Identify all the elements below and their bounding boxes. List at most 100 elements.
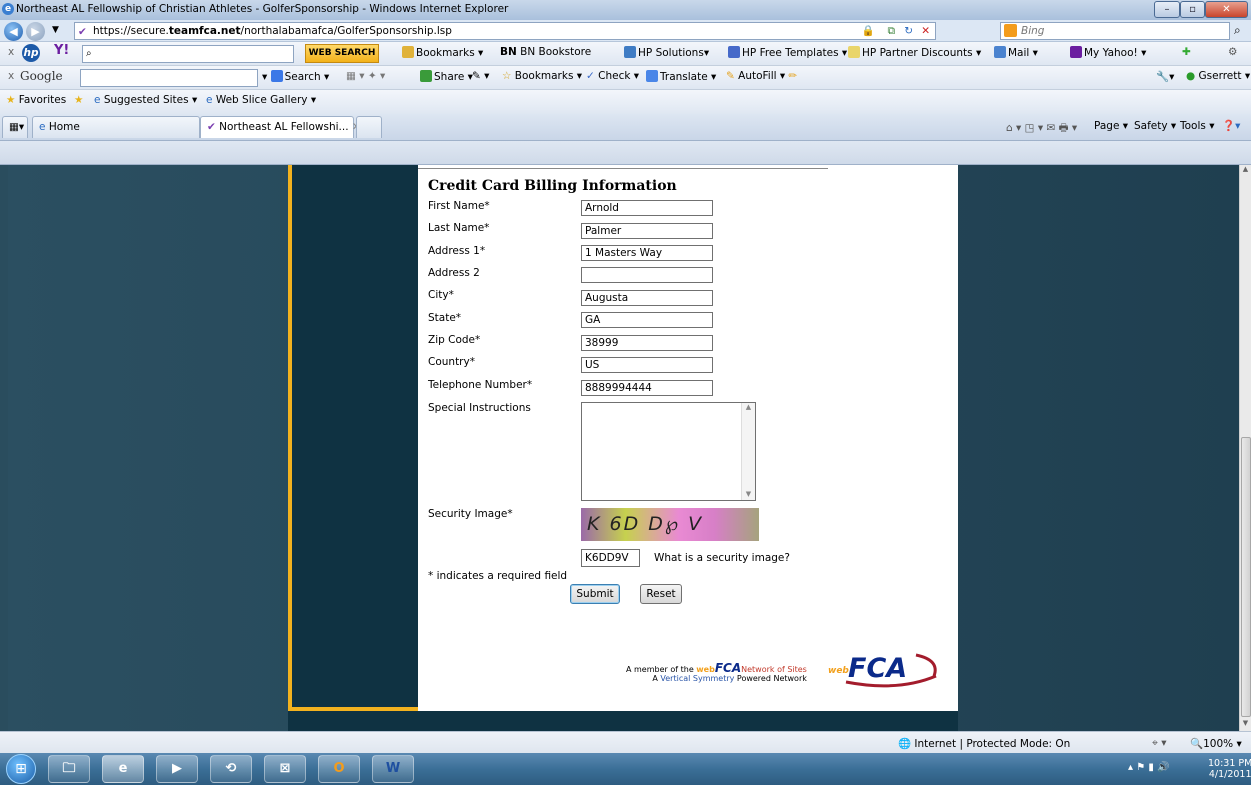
safety-menu[interactable]: Safety ▾	[1134, 120, 1176, 132]
mail-menu[interactable]: Mail ▾	[994, 46, 1038, 59]
google-bookmarks-menu[interactable]: ☆ Bookmarks ▾	[502, 70, 582, 82]
new-tab-button[interactable]	[356, 116, 382, 138]
security-zone[interactable]: 🌐 Internet | Protected Mode: On	[898, 737, 1070, 750]
app-icon-2[interactable]: ⊠	[264, 755, 306, 783]
page-viewport: Credit Card Billing Information First Na…	[0, 165, 1239, 731]
tab-home[interactable]: e Home	[32, 116, 200, 138]
search-input[interactable]: Bing	[1000, 22, 1230, 40]
app-icon[interactable]: ⟲	[210, 755, 252, 783]
toolbar-close-icon[interactable]: x	[8, 46, 14, 58]
address2-field[interactable]	[581, 267, 713, 283]
country-field[interactable]: US	[581, 357, 713, 373]
url-input[interactable]: ✔ https://secure.teamfca.net/northalabam…	[74, 22, 936, 40]
submit-button[interactable]: Submit	[570, 584, 620, 604]
reset-button[interactable]: Reset	[640, 584, 682, 604]
cmd-bar-icons[interactable]: ⌂ ▾ ◳ ▾ ✉ 🖶 ▾	[1006, 120, 1077, 138]
toolbar-add-icon[interactable]: ✚	[1182, 46, 1191, 58]
translate-label: Translate	[660, 71, 708, 83]
scroll-down-icon[interactable]: ▼	[1240, 719, 1251, 731]
favorites-button[interactable]: ★ Favorites	[6, 94, 66, 106]
search-icon[interactable]: ⌕	[1234, 23, 1241, 38]
media-player-icon[interactable]: ▶	[156, 755, 198, 783]
scroll-up-icon[interactable]: ▲	[1240, 165, 1251, 177]
footer-network[interactable]: Network of Sites	[741, 665, 807, 674]
autofill-menu[interactable]: ✎ AutoFill ▾ ✏	[726, 70, 797, 82]
state-field[interactable]: GA	[581, 312, 713, 328]
footer-web[interactable]: web	[696, 665, 715, 674]
add-favorite-icon[interactable]: ★	[74, 94, 83, 106]
share-menu[interactable]: Share ▾	[420, 70, 473, 83]
maximize-button[interactable]: ▫	[1180, 1, 1205, 18]
yahoo-search-input[interactable]: ⌕	[82, 45, 294, 63]
word-icon[interactable]: W	[372, 755, 414, 783]
page-menu[interactable]: Page ▾	[1094, 120, 1128, 132]
zip-code-field[interactable]: 38999	[581, 335, 713, 351]
outlook-icon[interactable]: O	[318, 755, 360, 783]
refresh-icon[interactable]: ↻	[904, 23, 913, 39]
toolbar-tools-icons[interactable]: ▦ ▾ ✦ ▾	[346, 70, 385, 82]
share-icon	[420, 70, 432, 82]
page-scrollbar[interactable]: ▲ ▼	[1239, 165, 1251, 731]
yahoo-toolbar: x hp Y! ⌕ WEB SEARCH Bookmarks ▾ BN BN B…	[0, 42, 1251, 66]
protected-mode-icon[interactable]: ⌖ ▾	[1152, 737, 1167, 750]
autofill-label: AutoFill	[738, 70, 777, 82]
my-yahoo-menu[interactable]: My Yahoo! ▾	[1070, 46, 1146, 59]
hp-partner-menu[interactable]: HP Partner Discounts ▾	[848, 46, 981, 59]
check-menu[interactable]: ✓ Check ▾	[586, 70, 639, 82]
footer-fca[interactable]: FCA	[715, 661, 741, 675]
user-menu[interactable]: ● Gserrett ▾	[1186, 70, 1250, 82]
yahoo-logo-icon[interactable]: Y!	[54, 43, 69, 58]
history-dropdown-icon[interactable]: ▼	[52, 25, 59, 35]
hp-logo-icon[interactable]: hp	[22, 44, 40, 62]
explorer-icon[interactable]: 🗀	[48, 755, 90, 783]
hp-solutions-menu[interactable]: HP Solutions▾	[624, 46, 709, 59]
bookmarks-menu[interactable]: Bookmarks ▾	[402, 46, 483, 59]
toolbar-settings-icon[interactable]: ⚙	[1228, 46, 1237, 58]
tools-menu[interactable]: Tools ▾	[1180, 120, 1214, 132]
suggested-sites-link[interactable]: e Suggested Sites ▾	[94, 94, 197, 106]
captcha-input[interactable]: K6DD9V	[581, 549, 640, 567]
security-image-help-link[interactable]: What is a security image?	[654, 552, 790, 564]
forward-button[interactable]: ▶	[26, 22, 45, 41]
webfca-logo[interactable]: web FCA	[828, 652, 943, 688]
scroll-thumb[interactable]	[1241, 437, 1251, 717]
url-prefix: https://secure.	[93, 25, 169, 37]
ie-taskbar-icon[interactable]: e	[102, 755, 144, 783]
city-field[interactable]: Augusta	[581, 290, 713, 306]
web-search-button[interactable]: WEB SEARCH	[305, 44, 379, 63]
telephone-field[interactable]: 8889994444	[581, 380, 713, 396]
my-yahoo-label: My Yahoo!	[1084, 47, 1138, 59]
google-search-menu[interactable]: ▾ Search ▾	[262, 70, 329, 83]
last-name-field[interactable]: Palmer	[581, 223, 713, 239]
start-button[interactable]: ⊞	[6, 754, 36, 784]
stop-icon[interactable]: ✕	[921, 23, 930, 39]
url-host: teamfca.net	[168, 25, 241, 37]
wrench-icon[interactable]: 🔧▾	[1156, 70, 1174, 83]
compat-view-icon[interactable]: ⧉	[888, 23, 896, 39]
back-button[interactable]: ◀	[4, 22, 23, 41]
address1-field[interactable]: 1 Masters Way	[581, 245, 713, 261]
clock[interactable]: 10:31 PM 4/1/2011	[1208, 758, 1251, 780]
lock-icon[interactable]: 🔒	[862, 23, 875, 39]
special-instructions-textarea[interactable]: ▲ ▼	[581, 402, 756, 501]
toolbar-close-icon[interactable]: x	[8, 70, 14, 82]
address1-label: Address 1*	[428, 245, 486, 257]
google-search-input[interactable]	[80, 69, 258, 87]
first-name-field[interactable]: Arnold	[581, 200, 713, 216]
tray-icons[interactable]: ▴ ⚑ ▮ 🔊	[1128, 762, 1169, 773]
sidewiki-icon[interactable]: ✎ ▾	[472, 70, 489, 82]
close-window-button[interactable]: ✕	[1205, 1, 1248, 18]
help-icon[interactable]: ❓▾	[1222, 119, 1240, 132]
vertical-symmetry-link[interactable]: Vertical Symmetry	[660, 674, 734, 683]
search-label: Search	[284, 71, 321, 83]
web-slice-link[interactable]: e Web Slice Gallery ▾	[206, 94, 316, 106]
textarea-scrollbar[interactable]: ▲ ▼	[741, 403, 755, 500]
hp-templates-menu[interactable]: HP Free Templates ▾	[728, 46, 847, 59]
tab-active[interactable]: ✔ Northeast AL Fellowshi... ✕	[200, 116, 361, 138]
bn-bookstore-link[interactable]: BN BN Bookstore	[500, 46, 591, 58]
translate-menu[interactable]: Translate ▾	[646, 70, 716, 83]
zip-code-label: Zip Code*	[428, 334, 481, 346]
zoom-menu[interactable]: 🔍100% ▾	[1190, 737, 1242, 750]
minimize-button[interactable]: –	[1154, 1, 1180, 18]
quick-tabs-button[interactable]: ▦▾	[2, 116, 28, 138]
